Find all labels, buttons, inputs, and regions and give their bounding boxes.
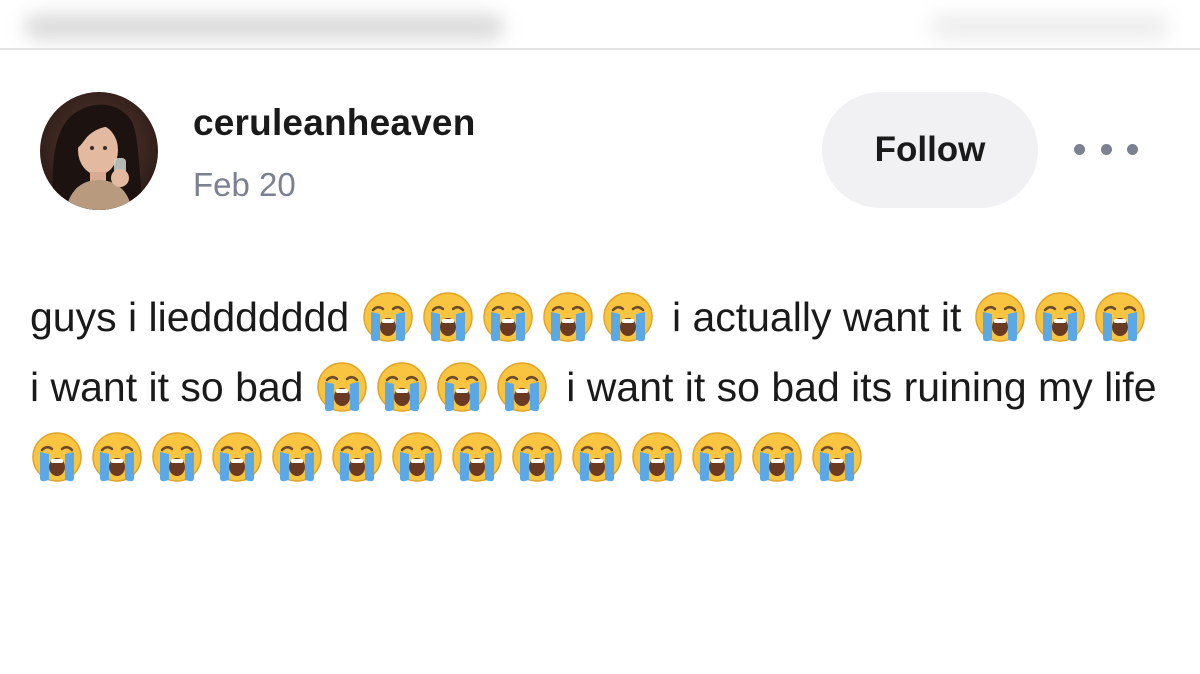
post-card: ceruleanheaven Feb 20 Follow guys i lied… bbox=[0, 50, 1200, 674]
loudly-crying-face-icon bbox=[435, 360, 489, 414]
more-dot bbox=[1100, 143, 1112, 155]
loudly-crying-face-icon bbox=[375, 360, 429, 414]
loudly-crying-face-icon bbox=[270, 430, 324, 484]
loudly-crying-face-icon bbox=[810, 430, 864, 484]
username[interactable]: ceruleanheaven bbox=[193, 102, 476, 144]
loudly-crying-face-icon bbox=[390, 430, 444, 484]
post-text-segment: guys i lieddddddd bbox=[30, 294, 361, 340]
follow-button[interactable]: Follow bbox=[822, 92, 1038, 208]
loudly-crying-face-icon bbox=[630, 430, 684, 484]
avatar-photo bbox=[40, 92, 158, 210]
loudly-crying-face-icon bbox=[495, 360, 549, 414]
post-text-segment: i want it so bad its ruining my life bbox=[566, 364, 1157, 410]
blurred-header-content-right bbox=[930, 14, 1170, 40]
loudly-crying-face-icon bbox=[330, 430, 384, 484]
loudly-crying-face-icon bbox=[973, 290, 1027, 344]
loudly-crying-face-icon bbox=[30, 430, 84, 484]
loudly-crying-face-icon bbox=[210, 430, 264, 484]
loudly-crying-face-icon bbox=[421, 290, 475, 344]
browser-top-bar bbox=[0, 0, 1200, 50]
loudly-crying-face-icon bbox=[570, 430, 624, 484]
post-body: guys i lieddddddd i actually want it i w… bbox=[30, 282, 1160, 492]
more-horizontal-icon[interactable] bbox=[1074, 134, 1138, 164]
post-text-segment: i actually want it bbox=[671, 294, 973, 340]
loudly-crying-face-icon bbox=[150, 430, 204, 484]
avatar[interactable] bbox=[40, 92, 158, 210]
post-date[interactable]: Feb 20 bbox=[193, 166, 296, 204]
loudly-crying-face-icon bbox=[1093, 290, 1147, 344]
loudly-crying-face-icon bbox=[601, 290, 655, 344]
loudly-crying-face-icon bbox=[90, 430, 144, 484]
loudly-crying-face-icon bbox=[750, 430, 804, 484]
loudly-crying-face-icon bbox=[690, 430, 744, 484]
loudly-crying-face-icon bbox=[450, 430, 504, 484]
loudly-crying-face-icon bbox=[481, 290, 535, 344]
more-dot bbox=[1127, 143, 1138, 155]
blurred-header-content bbox=[24, 14, 504, 40]
loudly-crying-face-icon bbox=[315, 360, 369, 414]
loudly-crying-face-icon bbox=[1033, 290, 1087, 344]
more-dot bbox=[1074, 143, 1085, 155]
loudly-crying-face-icon bbox=[510, 430, 564, 484]
loudly-crying-face-icon bbox=[541, 290, 595, 344]
post-text-segment: i want it so bad bbox=[30, 364, 315, 410]
loudly-crying-face-icon bbox=[361, 290, 415, 344]
